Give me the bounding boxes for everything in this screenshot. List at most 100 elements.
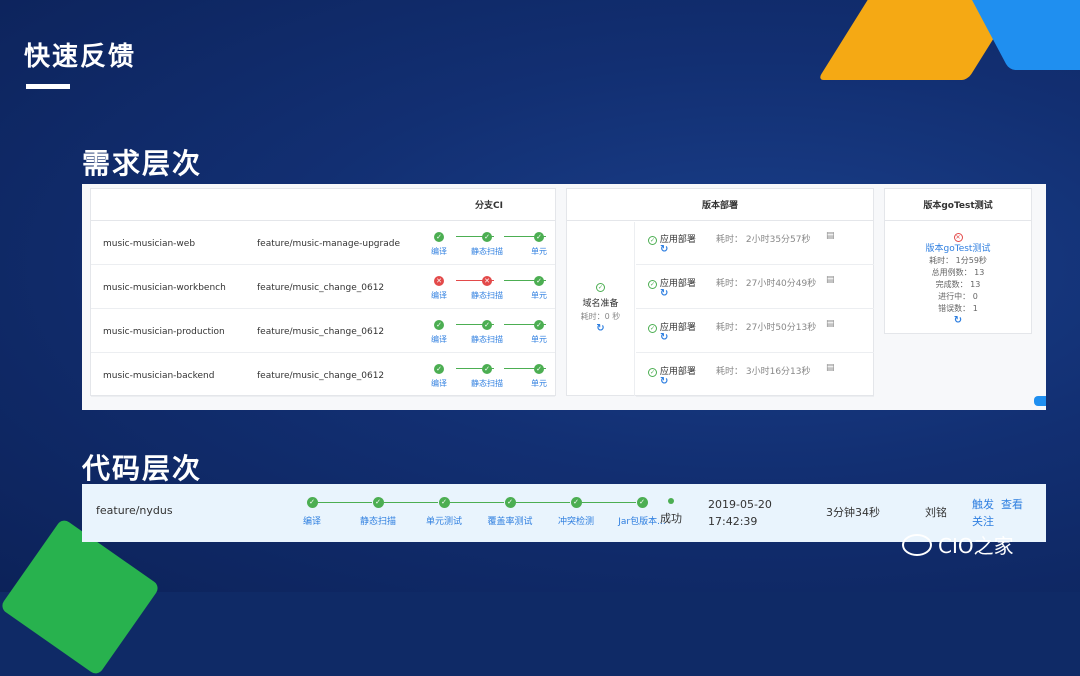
step-label: 单元 [531,291,547,300]
follow-link[interactable]: 关注 [972,515,994,528]
deploy-action[interactable]: ✓ 应用部署 [648,276,696,289]
code-actions: 触发 查看 关注 [972,496,1023,530]
check-icon: ✓ [534,320,544,330]
ci-pipeline: ✓ 编译 ✓ 静态扫描 ✓ 单元 [431,364,561,390]
step-label: 静态扫描 [471,247,503,256]
branch-ci-table: 分支CI music-musician-web feature/music-man… [90,188,556,397]
table-row: ✓ 应用部署 ↻ 耗时： 27小时50分13秒 ▤ [636,310,874,353]
gotest-link[interactable]: 版本goTest测试 [885,243,1031,255]
pipeline-step[interactable]: ✓ 静态扫描 [467,232,507,257]
gotest-header: 版本goTest测试 [885,189,1031,221]
refresh-icon[interactable]: ↻ [660,332,668,343]
project-name: music-musician-web [103,239,196,249]
check-icon: ✓ [534,232,544,242]
refresh-icon[interactable]: ↻ [567,323,634,334]
trigger-link[interactable]: 触发 [972,498,994,511]
deploy-header: 版本部署 [567,189,873,221]
pipeline-step[interactable]: ✕ 静态扫描 [467,276,507,301]
step-label: 覆盖率测试 [487,517,533,527]
code-date: 2019-05-20 [708,498,772,511]
gotest-stat: 完成数： 13 [935,280,981,289]
ci-pipeline: ✓ 编译 ✓ 静态扫描 ✓ 单元 [431,320,561,346]
project-name: music-musician-backend [103,371,215,381]
check-icon: ✓ [504,497,516,508]
watermark: CIO之家 [902,530,1014,559]
pipeline-step[interactable]: ✓ 单元 [519,232,559,257]
error-icon: ✕ [434,276,444,286]
pipeline-step[interactable]: ✓ 单元 [519,276,559,301]
deploy-action[interactable]: ✓ 应用部署 [648,364,696,377]
step-label: 冲突检测 [557,517,594,527]
deploy-action[interactable]: ✓ 应用部署 [648,232,696,245]
table-row: ✓ 应用部署 ↻ 耗时： 27小时40分49秒 ▤ [636,266,874,309]
table-row: music-musician-workbench feature/music_ch… [91,266,555,309]
domain-prepare-label: 域名准备 [582,299,619,309]
step-label: 编译 [431,291,447,300]
check-icon: ✓ [434,320,444,330]
check-icon: ✓ [306,497,318,508]
pipeline-step[interactable]: ✓ 单元 [519,320,559,345]
gotest-stat: 错误数： 1 [938,304,978,313]
pipeline-step[interactable]: ✓ 编译 [419,364,459,389]
code-duration: 3分钟34秒 [826,506,880,519]
table-row: music-musician-production feature/music_c… [91,310,555,353]
gotest-stat: 总用例数： 13 [931,268,985,277]
refresh-icon[interactable]: ↻ [660,376,668,387]
error-circle-icon: ✕ [953,233,963,242]
view-link[interactable]: 查看 [1001,498,1023,511]
domain-prepare-duration: 耗时：0 秒 [580,312,621,321]
check-icon: ✓ [434,364,444,374]
branch-ci-header: 分支CI [91,189,555,221]
watermark-text: CIO之家 [938,534,1014,558]
branch-name: feature/music_change_0612 [257,327,385,337]
table-row: music-musician-web feature/music-manage-u… [91,222,555,265]
domain-prepare-cell: ✓ 域名准备 耗时：0 秒 ↻ [567,222,635,396]
step-label: 编译 [431,335,447,344]
document-icon[interactable]: ▤ [826,231,835,241]
deploy-table: 版本部署 ✓ 域名准备 耗时：0 秒 ↻ ✓ 应用部署 ↻ 耗时： 2小时35分57… [566,188,874,397]
deploy-duration: 耗时： 27小时40分49秒 [716,279,817,289]
document-icon[interactable]: ▤ [826,275,835,285]
check-icon: ✓ [534,364,544,374]
refresh-icon[interactable]: ↻ [660,244,668,255]
step-label: 编译 [431,247,447,256]
deploy-action[interactable]: ✓ 应用部署 [648,320,696,333]
deploy-duration: 耗时： 27小时50分13秒 [716,323,817,333]
pipeline-step[interactable]: ✓ 静态扫描 [467,320,507,345]
pipeline-step[interactable]: ✕ 编译 [419,276,459,301]
check-icon: ✓ [570,497,582,508]
check-icon: ✓ [372,497,384,508]
step-label: 单元测试 [425,517,462,527]
check-circle-icon: ✓ [648,236,657,245]
ci-pipeline: ✕ 编译 ✕ 静态扫描 ✓ 单元 [431,276,561,302]
branch-name: feature/music_change_0612 [257,283,385,293]
code-timestamp: 2019-05-20 17:42:39 [708,496,772,530]
table-row: ✓ 应用部署 ↻ 耗时： 3小时16分13秒 ▤ [636,354,874,397]
step-label: 单元 [531,247,547,256]
code-time: 17:42:39 [708,515,758,528]
error-icon: ✕ [482,276,492,286]
code-status: 成功 [660,498,682,526]
step-label: 静态扫描 [359,517,396,527]
check-icon: ✓ [534,276,544,286]
side-tab[interactable] [1034,396,1046,406]
wechat-icon [902,533,932,556]
refresh-icon[interactable]: ↻ [885,315,1031,327]
document-icon[interactable]: ▤ [826,363,835,373]
check-icon: ✓ [636,497,648,508]
gotest-body: ✕ 版本goTest测试 耗时： 1分59秒 总用例数： 13 完成数： 13 进行中… [885,221,1031,327]
document-icon[interactable]: ▤ [826,319,835,329]
pipeline-step[interactable]: ✓ 编译 [419,232,459,257]
pipeline-step[interactable]: ✓ 静态扫描 [467,364,507,389]
step-label: 单元 [531,379,547,388]
section-title-requirement: 需求层次 [82,147,203,180]
check-circle-icon: ✓ [596,283,605,292]
check-circle-icon: ✓ [648,368,657,377]
slide-title: 快速反馈 [24,42,137,72]
refresh-icon[interactable]: ↻ [660,288,668,299]
check-icon: ✓ [482,364,492,374]
step-label: 静态扫描 [471,291,503,300]
pipeline-step[interactable]: ✓ 编译 [419,320,459,345]
pipeline-step[interactable]: ✓ 单元 [519,364,559,389]
step-label: 单元 [531,335,547,344]
